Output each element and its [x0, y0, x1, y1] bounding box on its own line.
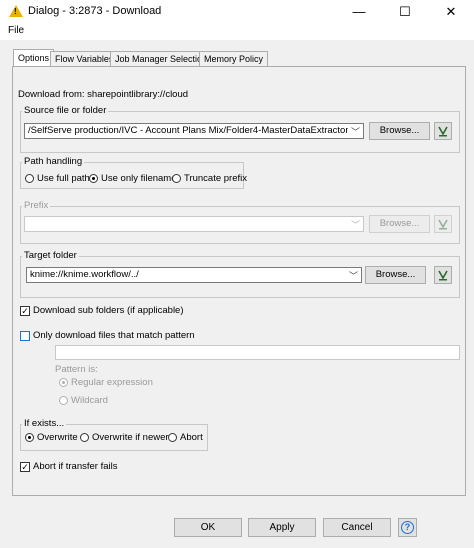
only-pattern-checkbox[interactable] [20, 331, 30, 341]
only-pattern-label: Only download files that match pattern [33, 330, 195, 341]
window-title: Dialog - 3:2873 - Download [28, 5, 162, 17]
radio-regular-expression[interactable] [59, 378, 68, 387]
radio-abort[interactable] [168, 433, 177, 442]
target-folder-value: knime://knime.workflow/../ [30, 269, 139, 280]
radio-wildcard[interactable] [59, 396, 68, 405]
prefix-browse-button[interactable]: Browse... [369, 215, 430, 233]
maximize-button[interactable]: ☐ [382, 0, 428, 24]
label-overwrite: Overwrite [37, 432, 78, 443]
label-regular-expression: Regular expression [71, 377, 153, 388]
minimize-button[interactable]: — [336, 0, 382, 24]
help-icon: ? [401, 521, 414, 534]
close-button[interactable]: ✕ [428, 0, 474, 24]
flow-variable-icon[interactable] [434, 122, 452, 140]
chevron-down-icon: ﹀ [348, 271, 358, 281]
source-path-combo[interactable]: /SelfServe production/IVC - Account Plan… [24, 123, 364, 139]
flow-variable-icon[interactable] [434, 266, 452, 284]
target-browse-button[interactable]: Browse... [365, 266, 426, 284]
tab-memory-policy[interactable]: Memory Policy [199, 51, 269, 66]
radio-overwrite[interactable] [25, 433, 34, 442]
label-use-full-path: Use full path [37, 173, 90, 184]
source-legend: Source file or folder [22, 105, 109, 116]
target-folder-combo[interactable]: knime://knime.workflow/../ ﹀ [26, 267, 362, 283]
abort-if-fails-label: Abort if transfer fails [33, 461, 118, 472]
pattern-is-label: Pattern is: [55, 364, 98, 375]
source-path-value: /SelfServe production/IVC - Account Plan… [28, 125, 348, 136]
ok-button[interactable]: OK [174, 518, 242, 537]
cancel-button[interactable]: Cancel [323, 518, 391, 537]
help-button[interactable]: ? [398, 518, 417, 537]
prefix-combo[interactable]: ﹀ [24, 216, 364, 232]
apply-button[interactable]: Apply [248, 518, 316, 537]
source-browse-button[interactable]: Browse... [369, 122, 430, 140]
flow-variable-icon[interactable] [434, 215, 452, 233]
target-legend: Target folder [22, 250, 79, 261]
if-exists-legend: If exists... [22, 418, 67, 429]
warning-icon-mark: ! [14, 7, 17, 16]
download-sub-folders-checkbox[interactable]: ✓ [20, 306, 30, 316]
radio-use-full-path[interactable] [25, 174, 34, 183]
label-truncate-prefix: Truncate prefix [184, 173, 248, 184]
tab-flow-variables[interactable]: Flow Variables [50, 51, 119, 66]
menu-file[interactable]: File [8, 25, 24, 36]
prefix-legend: Prefix [22, 200, 51, 211]
radio-use-only-filename[interactable] [89, 174, 98, 183]
chevron-down-icon: ﹀ [350, 220, 360, 230]
tab-options[interactable]: Options [13, 49, 55, 66]
label-abort: Abort [180, 432, 203, 443]
path-handling-legend: Path handling [22, 156, 85, 167]
chevron-down-icon: ﹀ [350, 127, 360, 137]
download-sub-folders-label: Download sub folders (if applicable) [33, 305, 184, 316]
radio-overwrite-if-newer[interactable] [80, 433, 89, 442]
tab-job-manager-selection[interactable]: Job Manager Selection [110, 51, 213, 66]
menu-bar [0, 24, 474, 40]
abort-if-fails-checkbox[interactable]: ✓ [20, 462, 30, 472]
download-from-label: Download from: sharepointlibrary://cloud [18, 89, 189, 100]
radio-truncate-prefix[interactable] [172, 174, 181, 183]
pattern-input[interactable] [55, 345, 460, 360]
label-wildcard: Wildcard [71, 395, 108, 406]
label-use-only-filename: Use only filename [101, 173, 177, 184]
label-overwrite-if-newer: Overwrite if newer [92, 432, 169, 443]
